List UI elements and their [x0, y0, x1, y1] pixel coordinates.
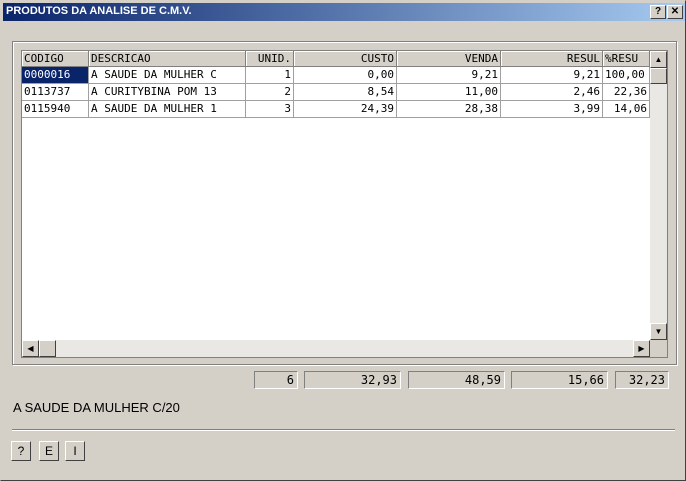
- table-cell-descricao[interactable]: A SAUDE DA MULHER C: [89, 67, 246, 84]
- vertical-scrollbar[interactable]: ▲ ▼: [650, 51, 667, 340]
- table-cell-pct-resul[interactable]: 100,00: [603, 67, 650, 84]
- scroll-left-button[interactable]: ◀: [22, 340, 39, 357]
- table-cell-descricao[interactable]: A SAUDE DA MULHER 1: [89, 101, 246, 118]
- divider: [12, 429, 675, 431]
- scrollbar-corner: [650, 340, 667, 357]
- column-header-descricao[interactable]: DESCRICAO: [89, 51, 246, 67]
- table-cell-custo[interactable]: 8,54: [294, 84, 397, 101]
- horizontal-scrollbar[interactable]: ◀ ▶: [22, 340, 650, 357]
- title-bar: PRODUTOS DA ANALISE DE C.M.V. ? ✕: [3, 3, 685, 21]
- total-venda: 48,59: [408, 371, 505, 389]
- column-header-pct-resul[interactable]: %RESU: [603, 51, 650, 67]
- help-button[interactable]: ?: [11, 441, 31, 461]
- total-resul: 15,66: [511, 371, 608, 389]
- table-cell-descricao[interactable]: A CURITYBINA POM 13: [89, 84, 246, 101]
- table-cell-resul[interactable]: 9,21: [501, 67, 603, 84]
- vertical-scroll-thumb[interactable]: [650, 68, 667, 84]
- table-cell-codigo[interactable]: 0115940: [22, 101, 89, 118]
- horizontal-scroll-thumb[interactable]: [39, 340, 56, 357]
- scroll-right-button[interactable]: ▶: [633, 340, 650, 357]
- e-button[interactable]: E: [39, 441, 59, 461]
- selected-product-description: A SAUDE DA MULHER C/20: [13, 400, 180, 415]
- total-pct-resul: 32,23: [615, 371, 669, 389]
- total-unid: 6: [254, 371, 298, 389]
- table-cell-unid[interactable]: 2: [246, 84, 294, 101]
- products-grid[interactable]: CODIGO DESCRICAO UNID. CUSTO VENDA RESUL…: [21, 50, 668, 358]
- title-help-button[interactable]: ?: [650, 5, 666, 19]
- table-cell-codigo[interactable]: 0000016: [22, 67, 89, 84]
- table-cell-resul[interactable]: 3,99: [501, 101, 603, 118]
- table-cell-unid[interactable]: 3: [246, 101, 294, 118]
- table-cell-pct-resul[interactable]: 14,06: [603, 101, 650, 118]
- table-cell-pct-resul[interactable]: 22,36: [603, 84, 650, 101]
- title-close-button[interactable]: ✕: [667, 5, 683, 19]
- table-cell-resul[interactable]: 2,46: [501, 84, 603, 101]
- table-cell-venda[interactable]: 9,21: [397, 67, 501, 84]
- table-cell-codigo[interactable]: 0113737: [22, 84, 89, 101]
- table-cell-custo[interactable]: 24,39: [294, 101, 397, 118]
- table-cell-unid[interactable]: 1: [246, 67, 294, 84]
- cmv-products-window: PRODUTOS DA ANALISE DE C.M.V. ? ✕ CODIGO…: [0, 0, 686, 481]
- table-cell-venda[interactable]: 28,38: [397, 101, 501, 118]
- table-cell-custo[interactable]: 0,00: [294, 67, 397, 84]
- column-header-resul[interactable]: RESUL: [501, 51, 603, 67]
- scroll-up-button[interactable]: ▲: [650, 51, 667, 68]
- column-header-venda[interactable]: VENDA: [397, 51, 501, 67]
- i-button[interactable]: I: [65, 441, 85, 461]
- column-header-custo[interactable]: CUSTO: [294, 51, 397, 67]
- column-header-unid[interactable]: UNID.: [246, 51, 294, 67]
- table-cell-venda[interactable]: 11,00: [397, 84, 501, 101]
- total-custo: 32,93: [304, 371, 401, 389]
- scroll-down-button[interactable]: ▼: [650, 323, 667, 340]
- window-title: PRODUTOS DA ANALISE DE C.M.V.: [6, 5, 192, 17]
- column-header-codigo[interactable]: CODIGO: [22, 51, 89, 67]
